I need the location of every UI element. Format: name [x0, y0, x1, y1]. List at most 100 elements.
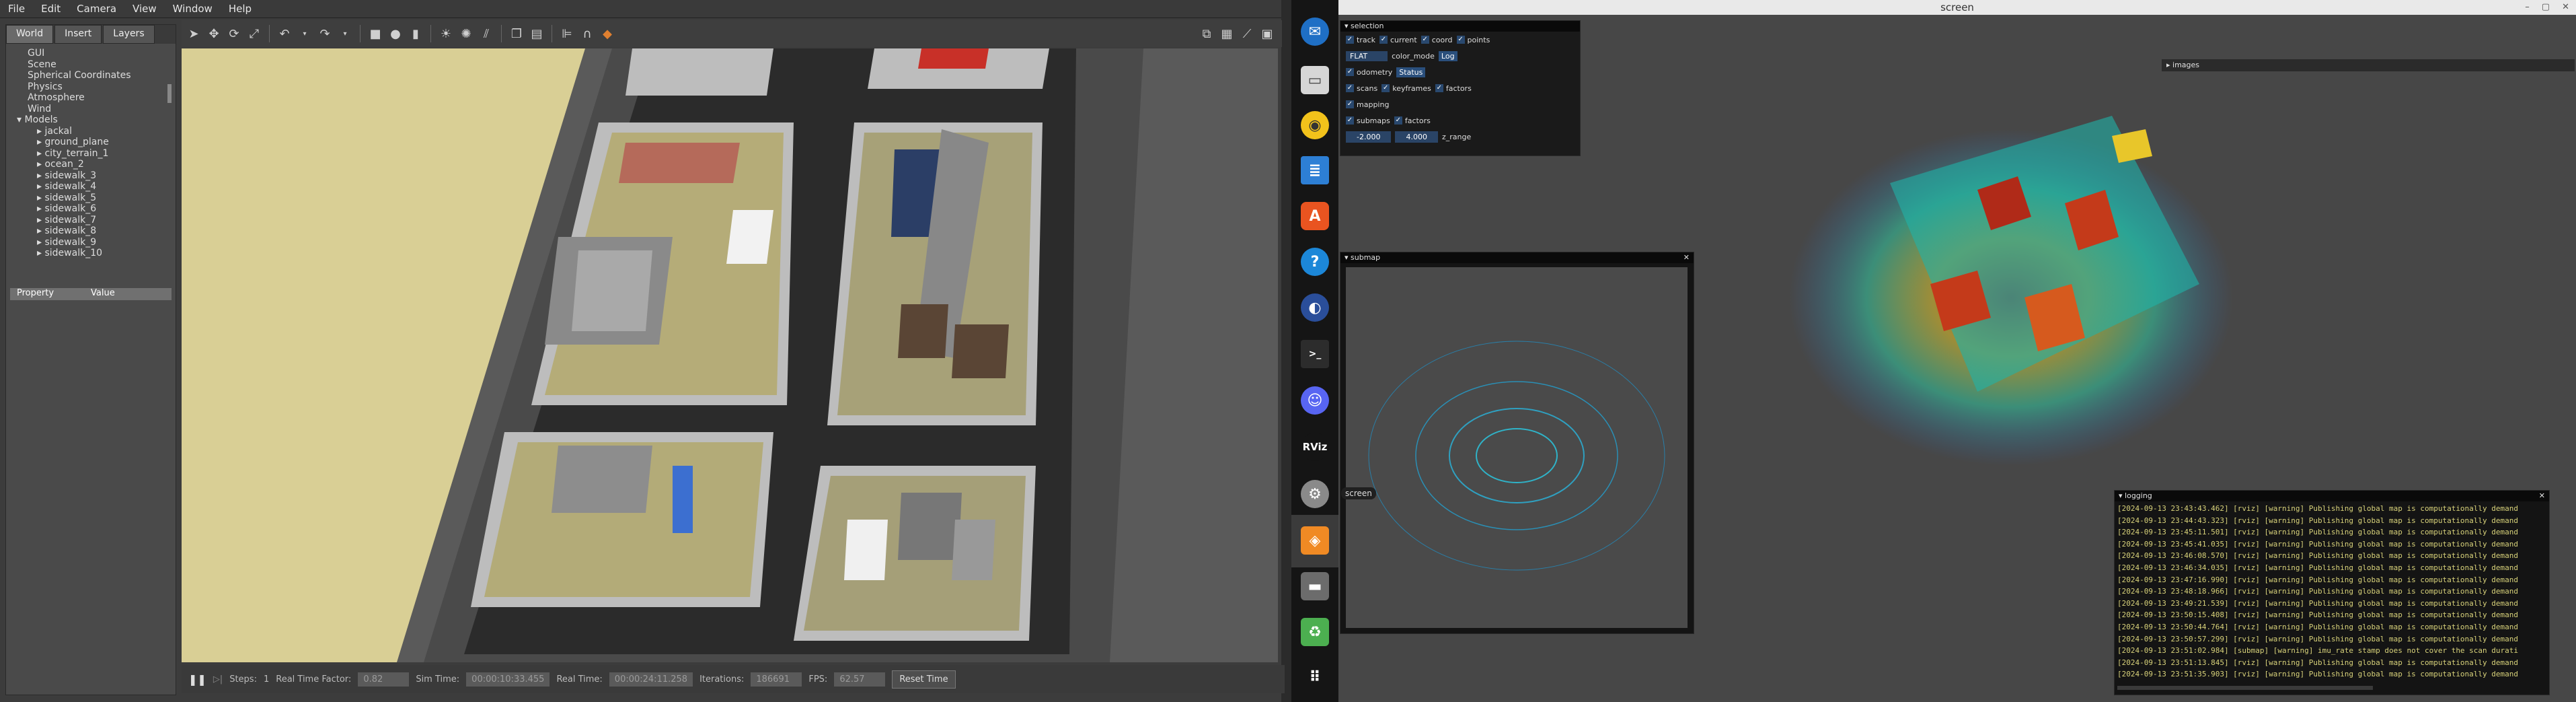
tab-insert[interactable]: Insert: [54, 25, 102, 44]
discord-icon[interactable]: ☺: [1301, 386, 1329, 415]
tab-world[interactable]: World: [6, 25, 54, 44]
screenshot-icon[interactable]: ⧉: [1199, 26, 1215, 42]
chevron-right-icon[interactable]: ▸: [37, 215, 44, 225]
menu-view[interactable]: View: [124, 3, 165, 15]
tree-item-atmosphere[interactable]: Atmosphere: [9, 92, 170, 104]
odometry-checkbox[interactable]: ✓ odometry: [1346, 68, 1392, 77]
box-shape-icon[interactable]: ■: [367, 26, 383, 42]
maximize-icon[interactable]: ▢: [2542, 0, 2550, 15]
chevron-right-icon[interactable]: ▸: [37, 225, 44, 236]
tree-item-model[interactable]: ▸ ground_plane: [9, 137, 170, 148]
tree-item-model[interactable]: ▸ sidewalk_5: [9, 192, 170, 204]
tree-item-model[interactable]: ▸ sidewalk_8: [9, 225, 170, 237]
rviz-icon[interactable]: RViz: [1301, 433, 1329, 461]
log-button[interactable]: Log: [1438, 50, 1457, 61]
log-icon[interactable]: ▦: [1219, 26, 1235, 42]
chevron-right-icon[interactable]: ▸: [37, 237, 44, 248]
rhythmbox-icon[interactable]: ◉: [1301, 111, 1329, 139]
z-max-input[interactable]: 4.000: [1395, 131, 1438, 143]
tree-item-wind[interactable]: Wind: [9, 104, 170, 115]
change-view-icon[interactable]: ◆: [599, 26, 615, 42]
step-icon[interactable]: ▷|: [213, 674, 223, 685]
tree-item-model[interactable]: ▸ sidewalk_3: [9, 170, 170, 182]
chevron-down-icon[interactable]: ▾: [17, 114, 24, 125]
menu-file[interactable]: File: [0, 3, 33, 15]
libreoffice-writer-icon[interactable]: ≣: [1301, 156, 1329, 184]
apps-grid-icon[interactable]: ⠿: [1301, 663, 1329, 691]
tree-item-model[interactable]: ▸ sidewalk_10: [9, 248, 170, 259]
chevron-right-icon[interactable]: ▸: [37, 148, 44, 159]
images-panel[interactable]: ▸ images: [2162, 59, 2575, 71]
trash-icon[interactable]: ♻: [1301, 618, 1329, 646]
tree-item-scene[interactable]: Scene: [9, 59, 170, 71]
log-scrollbar[interactable]: [2117, 686, 2373, 690]
rviz-3d-view[interactable]: ▾ selection ✓ track ✓ current ✓ coord ✓ poin…: [1338, 15, 2576, 702]
menu-camera[interactable]: Camera: [69, 3, 124, 15]
steps-value[interactable]: 1: [264, 674, 269, 685]
chevron-right-icon[interactable]: ▸: [37, 203, 44, 214]
points-checkbox[interactable]: ✓ points: [1456, 36, 1490, 44]
status-button[interactable]: Status: [1396, 67, 1426, 77]
menu-window[interactable]: Window: [165, 3, 221, 15]
help-icon[interactable]: ?: [1301, 248, 1329, 276]
tree-item-gui[interactable]: GUI: [9, 48, 170, 59]
images-title[interactable]: ▸ images: [2162, 60, 2574, 71]
scans-checkbox[interactable]: ✓ scans: [1346, 84, 1377, 93]
color-mode-select[interactable]: FLAT: [1346, 50, 1388, 61]
submaps-checkbox[interactable]: ✓ submaps: [1346, 116, 1390, 125]
translate-mode-icon[interactable]: ✥: [206, 26, 222, 42]
tree-item-model[interactable]: ▸ sidewalk_9: [9, 237, 170, 248]
coord-checkbox[interactable]: ✓ coord: [1420, 36, 1453, 44]
undo-dropdown-icon[interactable]: ▾: [297, 26, 313, 42]
chevron-right-icon[interactable]: ▸: [37, 248, 44, 258]
menu-edit[interactable]: Edit: [33, 3, 69, 15]
settings-icon[interactable]: ⚙: [1301, 480, 1329, 508]
align-icon[interactable]: ⊫: [559, 26, 575, 42]
tree-scrollbar[interactable]: [167, 84, 172, 103]
tree-item-model[interactable]: ▸ sidewalk_4: [9, 181, 170, 192]
factors-checkbox[interactable]: ✓ factors: [1435, 84, 1472, 93]
spot-light-icon[interactable]: ✺: [458, 26, 474, 42]
sphere-shape-icon[interactable]: ●: [387, 26, 404, 42]
tree-item-model[interactable]: ▸ sidewalk_7: [9, 215, 170, 226]
submap-title[interactable]: ▾ submap ✕: [1340, 252, 1694, 263]
thunderbird-icon[interactable]: ✉: [1301, 17, 1329, 46]
chevron-right-icon[interactable]: ▸: [37, 137, 44, 147]
chevron-right-icon[interactable]: ▸: [37, 159, 44, 170]
z-min-input[interactable]: -2.000: [1346, 131, 1392, 143]
track-checkbox[interactable]: ✓ track: [1346, 36, 1375, 44]
chevron-right-icon[interactable]: ▸: [37, 192, 44, 203]
chevron-right-icon[interactable]: ▸: [37, 170, 44, 181]
tree-item-model[interactable]: ▸ city_terrain_1: [9, 148, 170, 160]
files-icon[interactable]: ▭: [1301, 66, 1329, 94]
chevron-right-icon[interactable]: ▸: [37, 126, 44, 137]
drive-icon[interactable]: ▬: [1301, 572, 1329, 600]
close-icon[interactable]: ✕: [1683, 252, 1690, 263]
record-video-icon[interactable]: ▣: [1259, 26, 1275, 42]
redo-dropdown-icon[interactable]: ▾: [337, 26, 353, 42]
software-icon[interactable]: A: [1301, 202, 1329, 230]
pause-icon[interactable]: ❚❚: [188, 673, 206, 686]
selection-title[interactable]: ▾ selection: [1340, 21, 1580, 32]
keyframes-checkbox[interactable]: ✓ keyframes: [1381, 84, 1431, 93]
close-icon[interactable]: ✕: [2539, 491, 2545, 501]
chevron-right-icon[interactable]: ▸: [37, 181, 44, 192]
submap-factors-checkbox[interactable]: ✓ factors: [1394, 116, 1431, 125]
terminal-icon[interactable]: >_: [1301, 340, 1329, 368]
snap-icon[interactable]: ∩: [579, 26, 595, 42]
current-checkbox[interactable]: ✓ current: [1379, 36, 1417, 44]
select-mode-icon[interactable]: ➤: [186, 26, 202, 42]
cylinder-shape-icon[interactable]: ▮: [408, 26, 424, 42]
logging-title[interactable]: ▾ logging ✕: [2115, 491, 2549, 501]
scale-mode-icon[interactable]: ⤢: [246, 26, 262, 42]
directional-light-icon[interactable]: ⫽: [478, 26, 494, 42]
reset-time-button[interactable]: Reset Time: [892, 670, 956, 689]
point-light-icon[interactable]: ☀: [438, 26, 454, 42]
browser-icon[interactable]: ◐: [1301, 293, 1329, 322]
undo-icon[interactable]: ↶: [276, 26, 293, 42]
redo-icon[interactable]: ↷: [317, 26, 333, 42]
mapping-checkbox[interactable]: ✓ mapping: [1346, 100, 1389, 109]
tree-item-model[interactable]: ▸ sidewalk_6: [9, 203, 170, 215]
close-icon[interactable]: ✕: [2562, 0, 2569, 15]
tree-item-models[interactable]: ▾ Models: [9, 114, 170, 126]
